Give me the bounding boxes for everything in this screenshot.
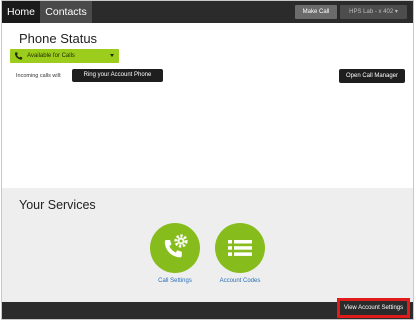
make-call-button[interactable]: Make Call bbox=[295, 5, 337, 19]
availability-status-dropdown[interactable]: Available for Calls bbox=[10, 49, 119, 63]
incoming-calls-label: Incoming calls will: bbox=[16, 73, 62, 79]
phone-icon bbox=[14, 52, 23, 60]
account-codes-link[interactable]: Account Codes bbox=[210, 278, 270, 284]
phone-status-title: Phone Status bbox=[19, 31, 98, 46]
availability-status-value: Available for Calls bbox=[27, 53, 75, 59]
caret-down-icon bbox=[110, 54, 114, 57]
call-settings-link[interactable]: Call Settings bbox=[145, 278, 205, 284]
phone-gear-icon bbox=[164, 234, 188, 258]
view-account-settings-button[interactable]: View Account Settings bbox=[337, 298, 410, 318]
services-title: Your Services bbox=[19, 198, 96, 212]
list-icon bbox=[228, 240, 252, 256]
call-settings-button[interactable] bbox=[150, 223, 200, 273]
tab-home[interactable]: Home bbox=[2, 1, 40, 23]
top-nav-bar: Home Contacts Make Call HPS Lab - x 402 … bbox=[2, 1, 413, 23]
account-codes-button[interactable] bbox=[215, 223, 265, 273]
services-panel: Your Services Call Settings Account Code… bbox=[2, 188, 413, 302]
ring-account-phone-button[interactable]: Ring your Account Phone bbox=[72, 69, 163, 82]
open-call-manager-button[interactable]: Open Call Manager bbox=[339, 69, 405, 83]
lab-extension-dropdown[interactable]: HPS Lab - x 402 ▾ bbox=[340, 5, 407, 19]
app-frame: Home Contacts Make Call HPS Lab - x 402 … bbox=[1, 0, 414, 320]
tab-contacts[interactable]: Contacts bbox=[40, 1, 92, 23]
